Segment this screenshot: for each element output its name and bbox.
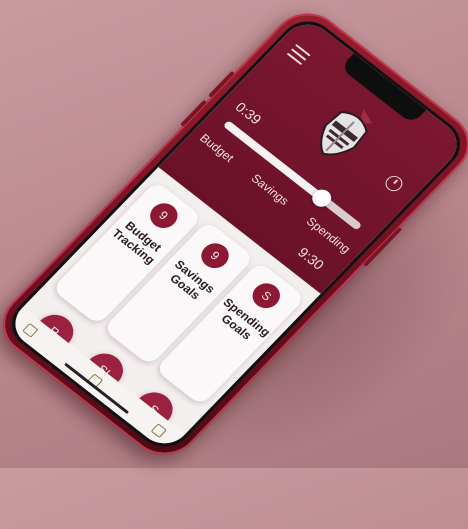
time-right-label: 9:30 (294, 244, 328, 273)
card-badge: S (247, 278, 286, 314)
time-left-label: 0:39 (232, 98, 265, 128)
menu-icon[interactable] (286, 43, 311, 66)
clock-icon[interactable] (382, 172, 406, 195)
tab-savings[interactable]: Savings (248, 171, 291, 207)
card-badge: 9 (195, 238, 235, 274)
settings-icon[interactable] (150, 422, 168, 438)
tab-budget[interactable]: Budget (197, 131, 237, 165)
card-badge: 9 (144, 198, 183, 233)
home-icon[interactable] (22, 322, 39, 338)
knight-helmet-logo (320, 109, 372, 156)
